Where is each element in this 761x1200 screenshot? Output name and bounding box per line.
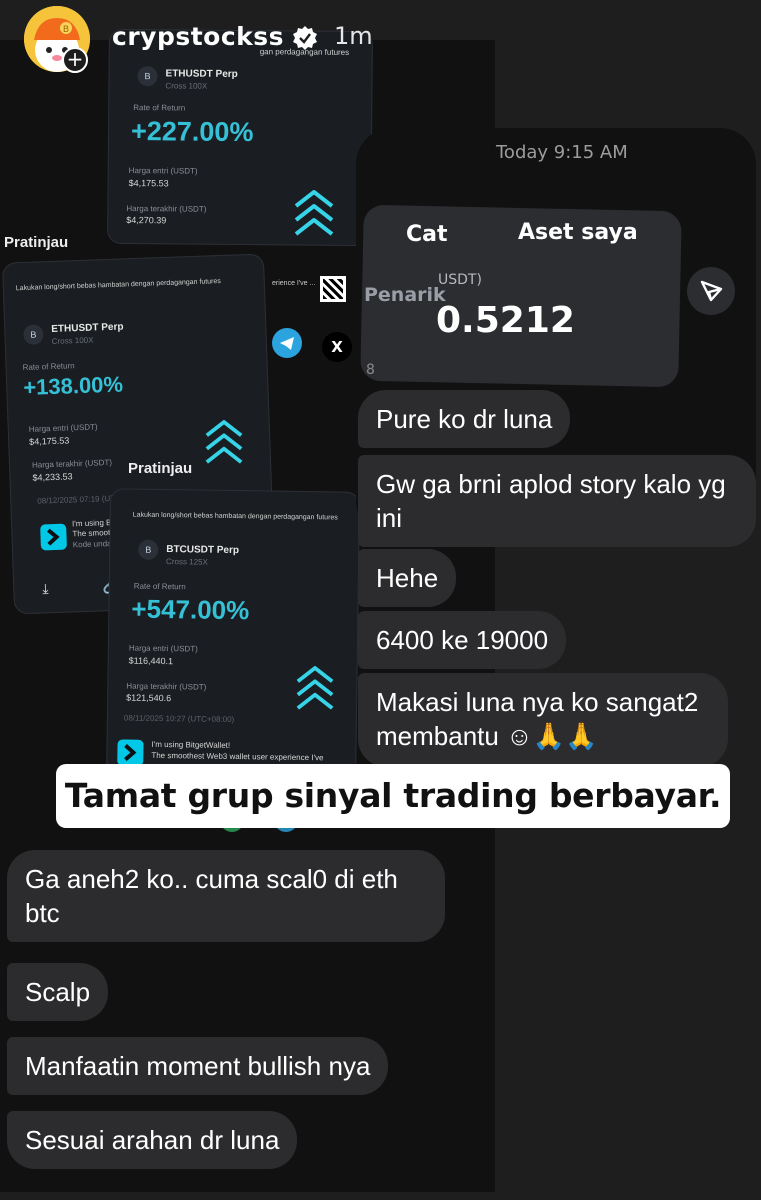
card-rate-label: Rate of Return bbox=[22, 361, 75, 373]
card-cross: Cross 125X bbox=[166, 557, 208, 567]
card-pair: ETHUSDT Perp bbox=[51, 321, 124, 335]
preview-title-1: Pratinjau bbox=[4, 234, 69, 251]
asset-row-label: Penarik bbox=[364, 284, 446, 306]
chat-bubble-right: Pure ko dr luna bbox=[358, 390, 571, 448]
promo-line-2: The smoot bbox=[72, 528, 111, 539]
bitget-logo-icon bbox=[117, 739, 144, 766]
experience-text: erience I've ... bbox=[272, 280, 316, 287]
card-roi: +138.00% bbox=[22, 371, 124, 401]
card-last-label: Harga terakhir (USDT) bbox=[31, 457, 113, 470]
card-headline: Lakukan long/short bebas hambatan dengan… bbox=[15, 278, 221, 293]
card-rate-label: Rate of Return bbox=[133, 581, 186, 592]
card-entry-label: Harga entri (USDT) bbox=[128, 166, 198, 176]
card-entry-label: Harga entri (USDT) bbox=[128, 643, 198, 654]
card-pair: ETHUSDT Perp bbox=[165, 68, 238, 80]
story-caption: Tamat grup sinyal trading berbayar. bbox=[56, 764, 730, 828]
coin-badge: B bbox=[23, 324, 44, 345]
svg-text:B: B bbox=[63, 25, 69, 35]
bitget-chevron-icon bbox=[296, 666, 334, 710]
chat-bubble-left: Sesuai arahan dr luna bbox=[7, 1111, 298, 1169]
trade-card-btc-547: Lakukan long/short bebas hambatan dengan… bbox=[105, 488, 361, 792]
chat-bubble-right: Hehe bbox=[358, 549, 457, 607]
chat-timestamp: Today 9:15 AM bbox=[496, 142, 628, 163]
asset-fragment: 8 bbox=[366, 362, 375, 378]
bitget-chevron-icon bbox=[294, 190, 334, 236]
story-username[interactable]: crypstockss bbox=[112, 22, 284, 51]
chat-bubble-left: Manfaatin moment bullish nya bbox=[7, 1037, 389, 1095]
promo-line-2: The smoothest Web3 wallet user experienc… bbox=[151, 750, 324, 763]
chat-bubble-right: Makasi luna nya ko sangat2 membantu ☺🙏🙏 bbox=[358, 673, 728, 767]
card-roi: +547.00% bbox=[131, 593, 250, 626]
bitget-chevron-icon bbox=[205, 420, 243, 464]
card-entry-label: Harga entri (USDT) bbox=[28, 422, 98, 434]
card-entry-value: $4,175.53 bbox=[128, 178, 169, 189]
card-last-value: $121,540.6 bbox=[126, 692, 172, 704]
coin-badge: B bbox=[137, 66, 158, 87]
verified-badge-icon bbox=[293, 26, 317, 50]
asset-tab-aset-saya: Aset saya bbox=[518, 220, 638, 245]
chat-bubble-left: Ga aneh2 ko.. cuma scal0 di eth btc bbox=[7, 850, 445, 942]
asset-value: 0.5212 bbox=[436, 300, 575, 341]
send-button[interactable] bbox=[687, 267, 735, 315]
promo-line-1: I'm using BitgetWallet! bbox=[151, 739, 231, 750]
qr-code-icon bbox=[320, 276, 346, 302]
chat-bubble-left: Scalp bbox=[7, 963, 109, 1021]
card-roi: +227.00% bbox=[130, 116, 254, 148]
asset-tab-cat: Cat bbox=[406, 222, 448, 247]
coin-badge: B bbox=[138, 539, 159, 560]
card-headline: Lakukan long/short bebas hambatan dengan… bbox=[132, 511, 338, 522]
add-story-icon[interactable]: + bbox=[62, 47, 88, 73]
card-cross: Cross 100X bbox=[51, 335, 94, 346]
x-share-icon[interactable]: X bbox=[322, 332, 352, 362]
telegram-share-icon[interactable] bbox=[272, 328, 302, 358]
bitget-logo-icon bbox=[40, 523, 67, 551]
card-entry-value: $4,175.53 bbox=[29, 435, 70, 447]
chat-bubble-right: 6400 ke 19000 bbox=[358, 611, 567, 669]
card-last-label: Harga terakhir (USDT) bbox=[126, 204, 207, 214]
card-date: 08/11/2025 10:27 (UTC+08:00) bbox=[123, 713, 235, 725]
card-last-value: $4,233.53 bbox=[32, 471, 73, 483]
preview-title-2: Pratinjau bbox=[128, 460, 193, 477]
card-cross: Cross 100X bbox=[165, 81, 208, 91]
send-icon bbox=[700, 280, 723, 302]
download-icon[interactable]: ⤓ bbox=[42, 580, 49, 597]
card-last-value: $4,270.39 bbox=[126, 215, 167, 226]
asset-unit: USDT) bbox=[438, 272, 482, 288]
card-entry-value: $116,440.1 bbox=[128, 655, 174, 667]
card-last-label: Harga terakhir (USDT) bbox=[126, 681, 207, 692]
card-rate-label: Rate of Return bbox=[133, 103, 186, 113]
story-time-ago: 1m bbox=[334, 22, 373, 50]
chat-bubble-right: Gw ga brni aplod story kalo yg ini bbox=[358, 455, 756, 547]
card-pair: BTCUSDT Perp bbox=[166, 544, 240, 557]
